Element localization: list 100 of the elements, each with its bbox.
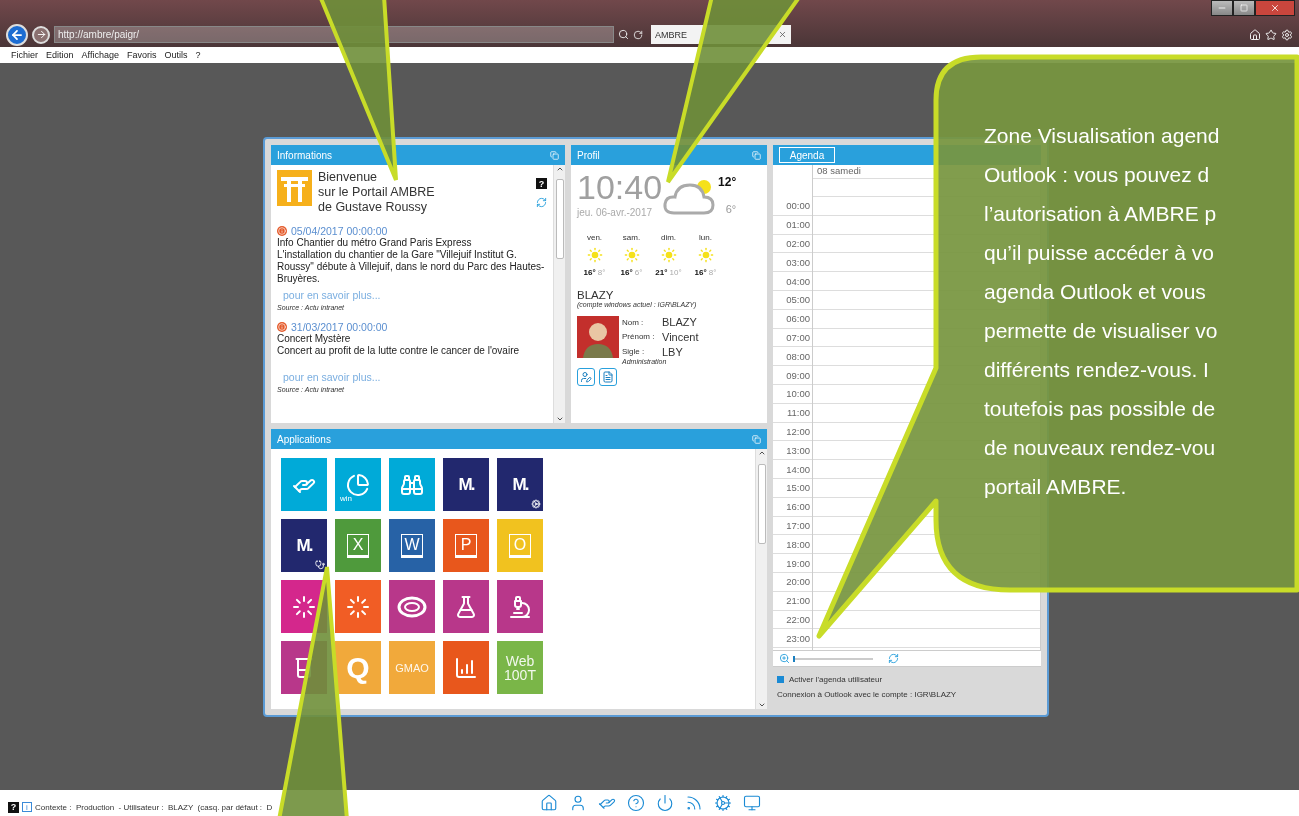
scrollbar-thumb[interactable] xyxy=(555,179,564,259)
panel-title: Profil xyxy=(577,149,600,161)
temperature-low: 6° xyxy=(725,203,737,215)
document-button[interactable] xyxy=(599,368,617,386)
copy-icon[interactable] xyxy=(752,150,761,160)
zoom-icon[interactable] xyxy=(779,653,790,664)
checkbox[interactable] xyxy=(777,676,784,683)
scroll-down-icon[interactable] xyxy=(555,415,564,423)
rss-icon[interactable] xyxy=(685,794,703,812)
hour-label: 08:00 xyxy=(773,347,812,367)
settings-icon[interactable] xyxy=(1281,28,1293,41)
copy-icon[interactable] xyxy=(752,434,761,444)
stethoscope-icon xyxy=(315,560,325,570)
info-icon xyxy=(277,322,287,332)
tile-letter: O xyxy=(509,533,531,558)
scrollbar-thumb[interactable] xyxy=(757,464,766,544)
field-value: LBY xyxy=(662,345,684,358)
info-icon xyxy=(277,226,287,236)
app-tile[interactable]: P xyxy=(443,519,489,572)
app-tile[interactable] xyxy=(443,641,489,694)
scroll-down-icon[interactable] xyxy=(757,701,766,709)
search-icon[interactable] xyxy=(618,29,629,40)
maximize-button[interactable] xyxy=(1233,0,1255,16)
gate-logo xyxy=(277,170,312,206)
hour-label: 09:00 xyxy=(773,366,812,385)
monitor-icon[interactable] xyxy=(743,794,761,812)
scrollbar[interactable] xyxy=(553,165,565,423)
close-button[interactable] xyxy=(1255,0,1295,16)
news-title: Concert Mystère xyxy=(277,333,352,345)
forward-button[interactable] xyxy=(32,25,50,44)
hour-label: 03:00 xyxy=(773,253,812,273)
menu-item[interactable]: Fichier xyxy=(11,50,38,60)
gear-icon xyxy=(531,499,541,509)
help-icon[interactable]: ? xyxy=(8,801,19,813)
welcome-text: Bienvenue sur le Portail AMBRE de Gustave Roussy xyxy=(318,170,436,215)
field-value: Vincent xyxy=(662,331,699,343)
app-tile[interactable] xyxy=(389,580,435,633)
app-tile[interactable] xyxy=(389,458,435,511)
app-tile[interactable] xyxy=(497,580,543,633)
help-icon[interactable]: ? xyxy=(536,178,547,189)
gears-icon[interactable] xyxy=(714,794,732,812)
field-label: Sigle : xyxy=(622,347,646,357)
hour-label: 14:00 xyxy=(773,460,812,479)
hour-label: 12:00 xyxy=(773,422,812,442)
app-tile[interactable]: M. xyxy=(281,519,327,572)
flask-icon xyxy=(454,594,478,619)
scroll-up-icon[interactable] xyxy=(757,449,766,457)
menu-item[interactable]: Affichage xyxy=(81,50,119,60)
copy-icon[interactable] xyxy=(550,150,559,160)
forecast-temperature: 16° 8° xyxy=(694,268,717,277)
hour-label: 21:00 xyxy=(773,591,812,611)
hour-label: 18:00 xyxy=(773,535,812,555)
hour-label: 06:00 xyxy=(773,309,812,329)
scrollbar[interactable] xyxy=(755,449,767,709)
hour-label: 07:00 xyxy=(773,328,812,348)
power-icon[interactable] xyxy=(656,794,674,812)
binoculars-icon xyxy=(400,472,424,497)
app-tile[interactable]: M. xyxy=(497,458,543,511)
close-icon[interactable] xyxy=(778,30,787,39)
app-tile[interactable]: W xyxy=(389,519,435,572)
hour-label: 13:00 xyxy=(773,441,812,461)
burst-icon xyxy=(346,594,370,619)
app-tile[interactable] xyxy=(281,458,327,511)
minimize-button[interactable] xyxy=(1211,0,1233,16)
app-tile[interactable] xyxy=(335,580,381,633)
tile-label: win xyxy=(340,494,352,503)
hour-label: 05:00 xyxy=(773,291,812,310)
app-tile[interactable] xyxy=(443,580,489,633)
scroll-up-icon[interactable] xyxy=(555,165,564,173)
back-button[interactable] xyxy=(6,23,28,46)
news-body: Concert au profit de la lutte contre le cancer de l'ovaire xyxy=(277,345,521,357)
ring-icon xyxy=(397,595,427,618)
forecast-day: dim. xyxy=(660,233,677,242)
user-icon[interactable] xyxy=(569,794,587,812)
forecast-day: ven. xyxy=(586,233,603,242)
hour-label: 11:00 xyxy=(773,403,812,423)
forecast-day: sam. xyxy=(622,233,641,242)
app-tile[interactable]: M. xyxy=(443,458,489,511)
info-icon[interactable]: i xyxy=(22,802,32,812)
sun-icon xyxy=(697,247,714,263)
edit-user-button[interactable] xyxy=(577,368,595,386)
maximize-icon xyxy=(1240,4,1248,12)
avatar-silhouette xyxy=(577,316,619,358)
menu-item[interactable]: Outils xyxy=(164,50,188,60)
tile-logo: M. xyxy=(296,535,312,556)
refresh-icon[interactable] xyxy=(633,29,643,40)
help-icon[interactable] xyxy=(627,794,645,812)
field-label: Prénom : xyxy=(622,332,656,342)
menu-item[interactable]: Favoris xyxy=(126,50,157,60)
tile-logo: M. xyxy=(512,474,528,495)
zoom-slider[interactable] xyxy=(793,657,873,660)
menu-item[interactable]: ? xyxy=(195,50,201,60)
app-tile[interactable]: X xyxy=(335,519,381,572)
clock-date: jeu. 06-avr.-2017 xyxy=(577,207,654,218)
burst-icon xyxy=(292,594,316,619)
star-icon[interactable] xyxy=(1265,28,1277,41)
hour-label: 23:00 xyxy=(773,629,812,649)
menu-item[interactable]: Edition xyxy=(46,50,74,60)
hour-label: 22:00 xyxy=(773,610,812,630)
clock-time: 10:40 xyxy=(577,167,663,207)
